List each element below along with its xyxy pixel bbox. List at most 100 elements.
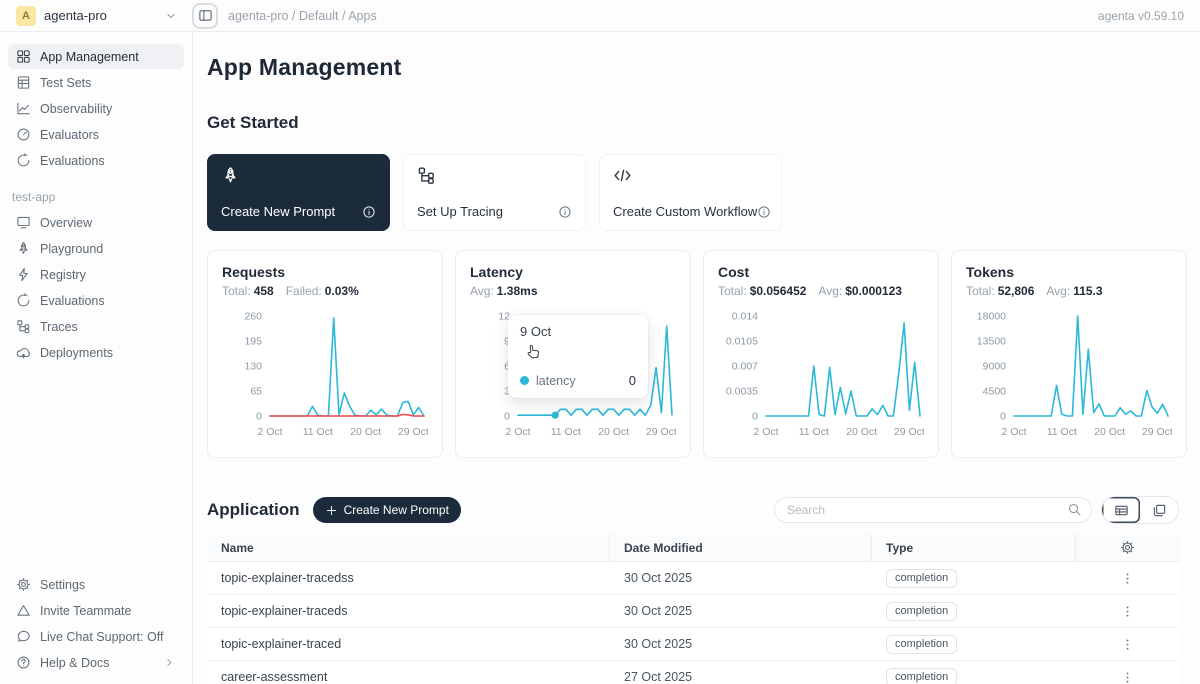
svg-text:195: 195: [244, 336, 262, 348]
triangle-icon: [16, 603, 31, 618]
chevron-down-icon: [164, 9, 178, 23]
info-icon: [757, 205, 771, 219]
sidebar-toggle-button[interactable]: [192, 3, 218, 29]
table-row[interactable]: topic-explainer-traceds30 Oct 2025comple…: [207, 595, 1179, 628]
cell-date: 30 Oct 2025: [610, 637, 872, 651]
cell-date: 30 Oct 2025: [610, 571, 872, 585]
row-menu-button[interactable]: [1120, 604, 1135, 619]
sidebar-item-settings[interactable]: Settings: [8, 572, 184, 597]
view-toggle: [1101, 496, 1179, 524]
sidebar-item-deployments[interactable]: Deployments: [8, 340, 184, 365]
chart-line-icon: [16, 101, 31, 116]
cell-actions: [1076, 604, 1179, 619]
plus-icon: [325, 504, 338, 517]
sidebar-item-test-sets[interactable]: Test Sets: [8, 70, 184, 95]
type-badge: completion: [886, 602, 957, 621]
cell-type: completion: [872, 569, 1076, 588]
tooltip-series-label: latency: [536, 374, 576, 388]
table-view-icon: [1114, 503, 1129, 518]
svg-text:0.014: 0.014: [732, 311, 758, 323]
sidebar-item-registry[interactable]: Registry: [8, 262, 184, 287]
cell-date: 27 Oct 2025: [610, 670, 872, 684]
svg-text:13500: 13500: [977, 336, 1006, 348]
cell-name: topic-explainer-tracedss: [207, 571, 610, 585]
workspace-name: agenta-pro: [44, 8, 107, 23]
table-row[interactable]: topic-explainer-traced30 Oct 2025complet…: [207, 628, 1179, 661]
tree-icon: [417, 166, 436, 185]
svg-text:29 Oct: 29 Oct: [894, 426, 924, 438]
svg-text:20 Oct: 20 Oct: [1094, 426, 1125, 438]
svg-text:20 Oct: 20 Oct: [598, 426, 629, 438]
type-badge: completion: [886, 569, 957, 588]
table-row[interactable]: topic-explainer-tracedss30 Oct 2025 compl…: [207, 562, 1179, 595]
svg-text:11 Oct: 11 Oct: [1047, 426, 1077, 438]
svg-text:2 Oct: 2 Oct: [1001, 426, 1026, 438]
svg-text:2 Oct: 2 Oct: [753, 426, 778, 438]
tooltip-series-value: 0: [629, 373, 636, 388]
sidebar-item-label: Registry: [40, 268, 86, 282]
sidebar-item-label: Evaluations: [40, 294, 105, 308]
sidebar-item-live-chat-support-off[interactable]: Live Chat Support: Off: [8, 624, 184, 649]
sidebar-item-playground[interactable]: Playground: [8, 236, 184, 261]
breadcrumb: agenta-pro / Default / Apps: [228, 9, 377, 23]
sidebar-item-evaluations[interactable]: Evaluations: [8, 288, 184, 313]
sidebar-item-observability[interactable]: Observability: [8, 96, 184, 121]
sidebar-item-label: Invite Teammate: [40, 604, 131, 618]
search-input[interactable]: [774, 497, 1092, 523]
row-menu-button[interactable]: [1120, 637, 1135, 652]
grid-icon: [16, 49, 31, 64]
application-heading: Application: [207, 500, 300, 520]
svg-text:0.0035: 0.0035: [726, 386, 758, 398]
sidebar-item-evaluations[interactable]: Evaluations: [8, 148, 184, 173]
sidebar-item-invite-teammate[interactable]: Invite Teammate: [8, 598, 184, 623]
row-menu-button[interactable]: [1120, 571, 1135, 586]
cell-date: 30 Oct 2025: [610, 604, 872, 618]
get-started-card-label: Set Up Tracing: [417, 204, 503, 219]
row-menu-button[interactable]: [1120, 670, 1135, 684]
sidebar-item-label: Evaluations: [40, 154, 105, 168]
svg-text:0: 0: [1000, 411, 1006, 423]
chart-card-tokens: TokensTotal:52,806Avg:115.30450090001350…: [951, 250, 1187, 458]
chart-plot-cost: 00.00350.0070.01050.0142 Oct11 Oct20 Oct…: [718, 308, 924, 446]
gear-icon: [16, 577, 31, 592]
sidebar-item-help-docs[interactable]: Help & Docs: [8, 650, 184, 675]
chevron-right-icon: [163, 656, 176, 669]
chart-stat: Avg:115.3: [1046, 284, 1102, 298]
create-new-prompt-button[interactable]: Create New Prompt: [313, 497, 461, 523]
column-header-date-modified: Date Modified: [610, 534, 872, 561]
chart-card-requests: RequestsTotal:458Failed:0.03%06513019526…: [207, 250, 443, 458]
version-label: agenta v0.59.10: [1098, 9, 1184, 23]
svg-text:20 Oct: 20 Oct: [846, 426, 877, 438]
view-toggle-table-view[interactable]: [1102, 497, 1140, 523]
chart-stat: Avg:$0.000123: [818, 284, 902, 298]
rocket-icon: [221, 166, 240, 185]
sidebar-item-label: Overview: [40, 216, 92, 230]
applications-table: NameDate ModifiedType topic-explainer-tr…: [207, 534, 1179, 684]
svg-text:11 Oct: 11 Oct: [303, 426, 333, 438]
sidebar-bottom-group: Settings Invite Teammate Live Chat Support…: [8, 572, 184, 676]
sidebar-item-evaluators[interactable]: Evaluators: [8, 122, 184, 147]
cell-actions: [1076, 571, 1179, 586]
chart-title-tokens: Tokens: [966, 264, 1172, 280]
tooltip-series-row: latency 0: [520, 373, 636, 388]
sidebar-item-overview[interactable]: Overview: [8, 210, 184, 235]
svg-text:4500: 4500: [983, 386, 1007, 398]
get-started-card-create-custom-workflow[interactable]: Create Custom Workflow: [599, 154, 782, 231]
svg-text:260: 260: [244, 311, 262, 323]
get-started-card-set-up-tracing[interactable]: Set Up Tracing: [403, 154, 586, 231]
tree-icon: [16, 319, 31, 334]
sidebar-item-traces[interactable]: Traces: [8, 314, 184, 339]
table-row[interactable]: career-assessment27 Oct 2025completion: [207, 661, 1179, 684]
monitor-icon: [16, 215, 31, 230]
chart-title-cost: Cost: [718, 264, 924, 280]
top-header: A agenta-pro agenta-pro / Default / Apps…: [0, 0, 1200, 32]
chart-stat: Total:52,806: [966, 284, 1034, 298]
sidebar-item-app-management[interactable]: App Management: [8, 44, 184, 69]
code-icon: [613, 166, 632, 185]
column-header-type: Type: [872, 534, 1076, 561]
get-started-card-create-new-prompt[interactable]: Create New Prompt: [207, 154, 390, 231]
sidebar-item-label: Observability: [40, 102, 112, 116]
workspace-switcher[interactable]: A agenta-pro: [16, 6, 178, 26]
view-toggle-card-view[interactable]: [1140, 497, 1178, 523]
search-icon[interactable]: [1067, 502, 1082, 517]
